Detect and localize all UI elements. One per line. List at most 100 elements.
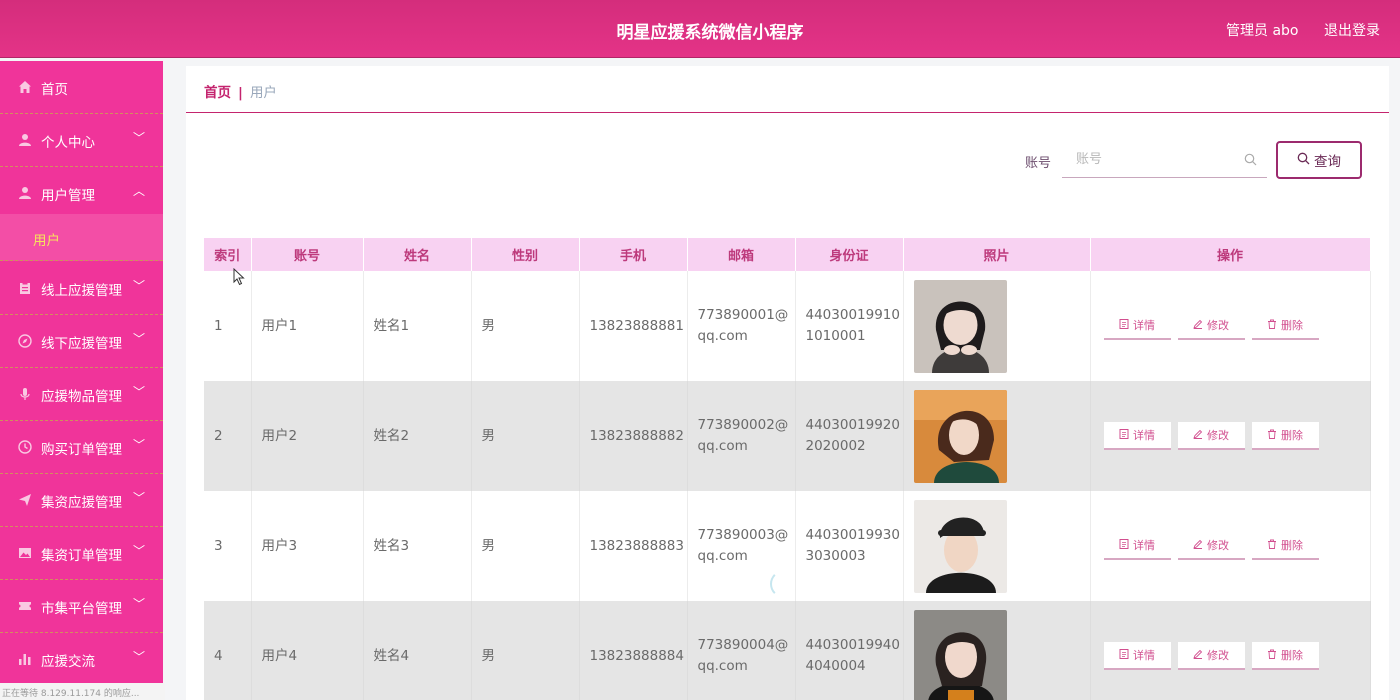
sidebar-item-label: 首页 xyxy=(41,82,68,98)
edit-button[interactable]: 修改 xyxy=(1177,312,1245,340)
delete-button[interactable]: 删除 xyxy=(1251,422,1319,450)
query-button-label: 查询 xyxy=(1314,154,1341,169)
edit-button[interactable]: 修改 xyxy=(1177,642,1245,670)
cell-email: 773890001@qq.com xyxy=(687,271,796,381)
delete-button[interactable]: 删除 xyxy=(1251,312,1319,340)
picture-icon xyxy=(18,546,32,560)
browser-status-bar: 正在等待 8.129.11.174 的响应... xyxy=(0,683,165,700)
cell-account: 用户2 xyxy=(251,381,364,491)
sidebar-item-personal-center[interactable]: 个人中心 ﹀ xyxy=(0,114,163,167)
send-icon xyxy=(18,493,32,507)
cell-id-card: 440300199101010001 xyxy=(795,271,904,381)
cell-actions: 详情 修改 删除 xyxy=(1090,491,1371,601)
logout-link[interactable]: 退出登录 xyxy=(1324,20,1380,40)
edit-button[interactable]: 修改 xyxy=(1177,532,1245,560)
cell-email: 773890002@qq.com xyxy=(687,381,796,491)
sidebar-item-fundraising-orders[interactable]: 集资订单管理 ﹀ xyxy=(0,527,163,580)
cell-account: 用户1 xyxy=(251,271,364,381)
person-icon xyxy=(18,186,32,200)
query-button[interactable]: 查询 xyxy=(1276,141,1362,179)
chevron-down-icon: ﹀ xyxy=(133,650,146,664)
top-header: 明星应援系统微信小程序 管理员 abo 退出登录 xyxy=(0,0,1400,58)
cell-account: 用户4 xyxy=(251,601,364,700)
table-row: 2 用户2 姓名2 男 13823888882 773890002@qq.com… xyxy=(204,381,1371,491)
edit-button-label: 修改 xyxy=(1207,429,1229,442)
sidebar-item-online-support[interactable]: 线上应援管理 ﹀ xyxy=(0,262,163,315)
sidebar-item-label: 集资订单管理 xyxy=(41,548,122,564)
app-title: 明星应援系统微信小程序 xyxy=(616,23,804,43)
sidebar-item-label: 市集平台管理 xyxy=(41,601,122,617)
trash-icon xyxy=(1267,429,1277,442)
sidebar-item-support-exchange[interactable]: 应援交流 ﹀ xyxy=(0,633,163,686)
delete-button-label: 删除 xyxy=(1281,539,1303,552)
delete-button[interactable]: 删除 xyxy=(1251,532,1319,560)
cell-photo xyxy=(903,491,1091,601)
sidebar-item-home[interactable]: 首页 xyxy=(0,61,163,114)
breadcrumb-home-link[interactable]: 首页 xyxy=(204,85,231,101)
sidebar-item-purchase-orders[interactable]: 购买订单管理 ﹀ xyxy=(0,421,163,474)
cell-index: 3 xyxy=(204,491,252,601)
cell-index: 4 xyxy=(204,601,252,700)
column-header-index: 索引 xyxy=(204,238,252,271)
sidebar-item-offline-support[interactable]: 线下应援管理 ﹀ xyxy=(0,315,163,368)
sidebar-item-label: 应援交流 xyxy=(41,654,95,670)
sidebar-item-user-management[interactable]: 用户管理 ︿ xyxy=(0,167,163,220)
sidebar-item-label: 线下应援管理 xyxy=(41,336,122,352)
sidebar-subitem-users[interactable]: 用户 xyxy=(0,214,163,261)
cell-phone: 13823888882 xyxy=(579,381,688,491)
cell-email: 773890004@qq.com xyxy=(687,601,796,700)
pencil-icon xyxy=(1193,649,1203,662)
breadcrumb-divider xyxy=(186,112,1389,113)
user-photo xyxy=(913,499,1007,593)
person-icon xyxy=(18,133,32,147)
cell-photo xyxy=(903,601,1091,700)
cell-gender: 男 xyxy=(471,381,580,491)
cell-actions: 详情 修改 删除 xyxy=(1090,601,1371,700)
pencil-icon xyxy=(1193,319,1203,332)
sidebar-item-label: 集资应援管理 xyxy=(41,495,122,511)
trash-icon xyxy=(1267,649,1277,662)
chevron-down-icon: ﹀ xyxy=(133,438,146,452)
sidebar-item-label: 应援物品管理 xyxy=(41,389,122,405)
detail-button-label: 详情 xyxy=(1133,429,1155,442)
cell-actions: 详情 修改 删除 xyxy=(1090,271,1371,381)
cell-gender: 男 xyxy=(471,491,580,601)
breadcrumb: 首页 | 用户 xyxy=(204,81,277,101)
pencil-icon xyxy=(1193,539,1203,552)
sidebar-item-support-goods[interactable]: 应援物品管理 ﹀ xyxy=(0,368,163,421)
detail-button[interactable]: 详情 xyxy=(1103,422,1171,450)
sidebar-item-label: 用户 xyxy=(33,233,60,249)
ticket-icon xyxy=(18,599,32,613)
cell-name: 姓名4 xyxy=(363,601,472,700)
cell-gender: 男 xyxy=(471,271,580,381)
user-photo xyxy=(913,389,1007,483)
bar-chart-icon xyxy=(18,652,32,666)
chevron-down-icon: ﹀ xyxy=(133,279,146,293)
detail-button[interactable]: 详情 xyxy=(1103,312,1171,340)
chevron-down-icon: ﹀ xyxy=(133,544,146,558)
clock-icon xyxy=(18,440,32,454)
delete-button[interactable]: 删除 xyxy=(1251,642,1319,670)
column-header-name: 姓名 xyxy=(363,238,472,271)
column-header-phone: 手机 xyxy=(579,238,688,271)
mouse-cursor-icon xyxy=(233,268,245,286)
pencil-icon xyxy=(1193,429,1203,442)
detail-button-label: 详情 xyxy=(1133,649,1155,662)
sidebar-item-label: 用户管理 xyxy=(41,188,95,204)
sidebar-item-market-platform[interactable]: 市集平台管理 ﹀ xyxy=(0,580,163,633)
cell-id-card: 440300199303030003 xyxy=(795,491,904,601)
cell-id-card: 440300199202020002 xyxy=(795,381,904,491)
cell-name: 姓名3 xyxy=(363,491,472,601)
chevron-down-icon: ﹀ xyxy=(133,491,146,505)
detail-button[interactable]: 详情 xyxy=(1103,532,1171,560)
document-icon xyxy=(1119,538,1129,552)
users-table: 索引 账号 姓名 性别 手机 邮箱 身份证 照片 操作 1 用户1 姓名1 男 … xyxy=(204,238,1371,700)
search-input[interactable] xyxy=(1062,142,1232,176)
cell-photo xyxy=(903,381,1091,491)
detail-button[interactable]: 详情 xyxy=(1103,642,1171,670)
sidebar-item-fundraising-support[interactable]: 集资应援管理 ﹀ xyxy=(0,474,163,527)
edit-button[interactable]: 修改 xyxy=(1177,422,1245,450)
sidebar-item-label: 线上应援管理 xyxy=(41,283,122,299)
delete-button-label: 删除 xyxy=(1281,319,1303,332)
detail-button-label: 详情 xyxy=(1133,539,1155,552)
